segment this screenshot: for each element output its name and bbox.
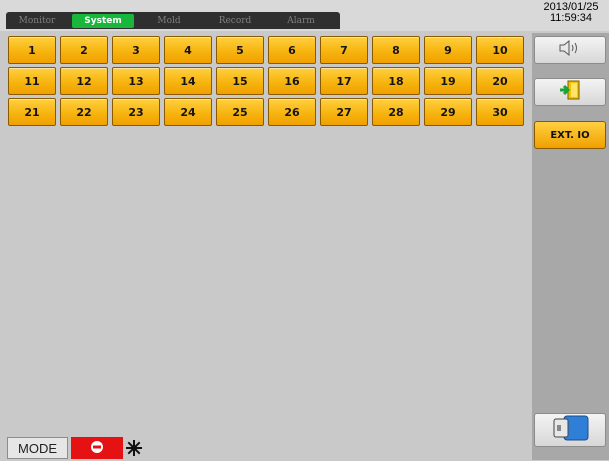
tab-mold[interactable]: Mold	[138, 12, 200, 29]
grid-button[interactable]: 21	[8, 98, 56, 126]
grid-button[interactable]: 2	[60, 36, 108, 64]
clock: 2013/01/25 11:59:34	[536, 2, 606, 24]
grid-button[interactable]: 30	[476, 98, 524, 126]
grid-button[interactable]: 26	[268, 98, 316, 126]
tab-monitor[interactable]: Monitor	[6, 12, 68, 29]
exit-button[interactable]	[534, 78, 606, 106]
ext-io-button[interactable]: EXT. IO	[534, 121, 606, 149]
grid-button[interactable]: 4	[164, 36, 212, 64]
grid-button[interactable]: 23	[112, 98, 160, 126]
grid-button[interactable]: 28	[372, 98, 420, 126]
app-window: Monitor System Mold Record Alarm 2013/01…	[0, 0, 609, 460]
grid-button[interactable]: 3	[112, 36, 160, 64]
grid-button[interactable]: 12	[60, 67, 108, 95]
system-button-grid: 1 2 3 4 5 6 7 8 9 10 11 12 13 14 15 16 1…	[8, 36, 530, 129]
speaker-icon	[558, 39, 582, 60]
alarm-indicator	[71, 437, 123, 459]
grid-button[interactable]: 11	[8, 67, 56, 95]
grid-button[interactable]: 15	[216, 67, 264, 95]
grid-button[interactable]: 14	[164, 67, 212, 95]
time-text: 11:59:34	[549, 12, 592, 24]
grid-button[interactable]: 25	[216, 98, 264, 126]
mode-label: MODE	[7, 437, 68, 459]
grid-button[interactable]: 9	[424, 36, 472, 64]
top-bar: Monitor System Mold Record Alarm 2013/01…	[0, 0, 609, 31]
grid-row: 1 2 3 4 5 6 7 8 9 10	[8, 36, 530, 64]
card-button[interactable]	[534, 413, 606, 447]
grid-button[interactable]: 6	[268, 36, 316, 64]
grid-button[interactable]: 10	[476, 36, 524, 64]
grid-button[interactable]: 7	[320, 36, 368, 64]
grid-button[interactable]: 24	[164, 98, 212, 126]
grid-button[interactable]: 17	[320, 67, 368, 95]
grid-button[interactable]: 27	[320, 98, 368, 126]
status-bar: MODE	[0, 437, 532, 460]
grid-button[interactable]: 20	[476, 67, 524, 95]
tab-strip: Monitor System Mold Record Alarm	[6, 12, 340, 29]
exit-door-icon	[559, 79, 581, 105]
sound-button[interactable]	[534, 36, 606, 64]
grid-button[interactable]: 16	[268, 67, 316, 95]
grid-button[interactable]: 13	[112, 67, 160, 95]
stop-icon	[90, 439, 104, 458]
grid-button[interactable]: 18	[372, 67, 420, 95]
grid-button[interactable]: 29	[424, 98, 472, 126]
grid-row: 11 12 13 14 15 16 17 18 19 20	[8, 67, 530, 95]
grid-button[interactable]: 19	[424, 67, 472, 95]
grid-button[interactable]: 8	[372, 36, 420, 64]
grid-row: 21 22 23 24 25 26 27 28 29 30	[8, 98, 530, 126]
tab-system[interactable]: System	[72, 14, 134, 28]
grid-button[interactable]: 1	[8, 36, 56, 64]
tab-alarm[interactable]: Alarm	[270, 12, 332, 29]
card-icon	[550, 414, 590, 446]
side-panel: EXT. IO	[532, 33, 609, 460]
grid-button[interactable]: 22	[60, 98, 108, 126]
gear-spinner-icon	[125, 439, 143, 457]
grid-button[interactable]: 5	[216, 36, 264, 64]
tab-record[interactable]: Record	[204, 12, 266, 29]
